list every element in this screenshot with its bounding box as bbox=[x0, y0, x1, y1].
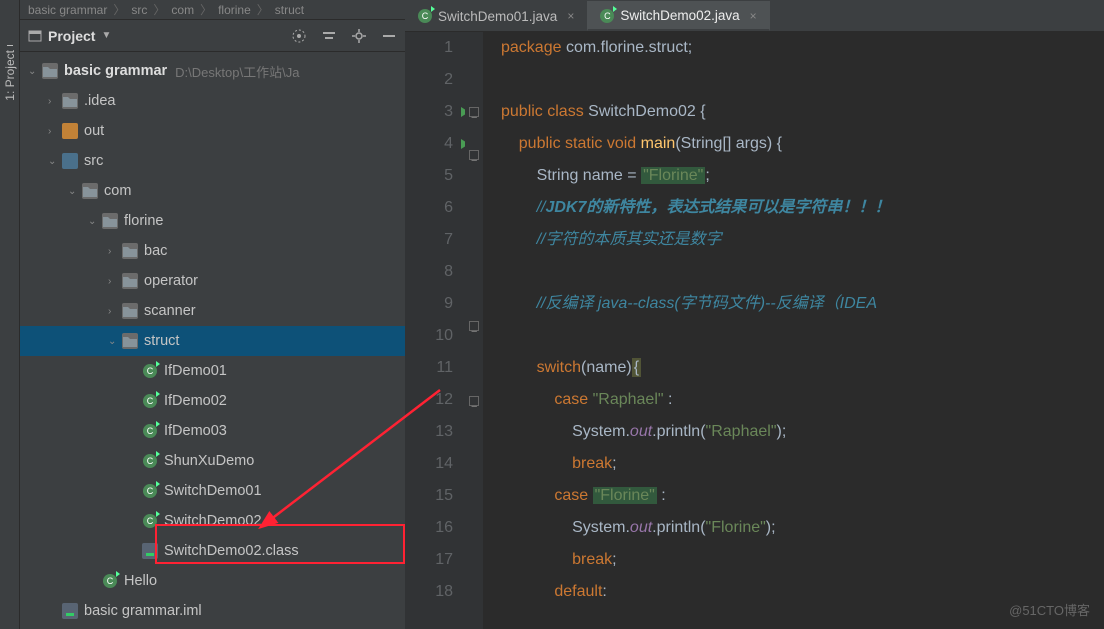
folder-icon bbox=[102, 213, 118, 229]
project-sidebar: basic grammar〉src〉com〉florine〉struct Pro… bbox=[20, 0, 405, 629]
tree-item-ifdemo03[interactable]: IfDemo03 bbox=[20, 416, 405, 446]
tree-item-switchdemo01[interactable]: SwitchDemo01 bbox=[20, 476, 405, 506]
folder-icon bbox=[82, 183, 98, 199]
tree-item-hello[interactable]: Hello bbox=[20, 566, 405, 596]
tree-item-ifdemo01[interactable]: IfDemo01 bbox=[20, 356, 405, 386]
tree-item-bac[interactable]: ›bac bbox=[20, 236, 405, 266]
tree-item-switchdemo02[interactable]: SwitchDemo02 bbox=[20, 506, 405, 536]
breadcrumb: basic grammar〉src〉com〉florine〉struct bbox=[20, 0, 405, 20]
fold-icon[interactable] bbox=[469, 107, 479, 117]
tree-item--idea[interactable]: ›.idea bbox=[20, 86, 405, 116]
tree-item-operator[interactable]: ›operator bbox=[20, 266, 405, 296]
project-tree[interactable]: ⌄basic grammarD:\Desktop\工作站\Ja›.idea›ou… bbox=[20, 52, 405, 629]
class-icon bbox=[142, 453, 158, 469]
tree-item-out[interactable]: ›out bbox=[20, 116, 405, 146]
file-icon bbox=[62, 603, 78, 619]
project-icon bbox=[28, 29, 42, 43]
breadcrumb-item[interactable]: basic grammar bbox=[28, 3, 107, 17]
breadcrumb-item[interactable]: florine bbox=[218, 3, 251, 17]
folder-icon bbox=[42, 63, 58, 79]
tree-item-shunxudemo[interactable]: ShunXuDemo bbox=[20, 446, 405, 476]
tree-item-src[interactable]: ⌄src bbox=[20, 146, 405, 176]
watermark: @51CTO博客 bbox=[1009, 600, 1090, 619]
code-editor[interactable]: 123456789101112131415161718 package com.… bbox=[405, 32, 1104, 629]
folder-icon bbox=[122, 303, 138, 319]
line-gutter: 123456789101112131415161718 bbox=[405, 32, 465, 629]
file-icon bbox=[142, 543, 158, 559]
side-tool-strip[interactable]: 1: Project bbox=[0, 0, 20, 629]
gear-icon[interactable] bbox=[351, 28, 367, 44]
side-underline-icon bbox=[7, 40, 13, 46]
class-icon bbox=[142, 363, 158, 379]
fold-icon[interactable] bbox=[469, 321, 479, 331]
class-icon bbox=[142, 423, 158, 439]
editor-area: CSwitchDemo01.java×CSwitchDemo02.java× 1… bbox=[405, 0, 1104, 629]
target-icon[interactable] bbox=[291, 28, 307, 44]
tree-item-com[interactable]: ⌄com bbox=[20, 176, 405, 206]
fold-icon[interactable] bbox=[469, 396, 479, 406]
breadcrumb-item[interactable]: struct bbox=[275, 3, 304, 17]
close-icon[interactable]: × bbox=[750, 9, 757, 23]
editor-tabs: CSwitchDemo01.java×CSwitchDemo02.java× bbox=[405, 0, 1104, 32]
folder-icon bbox=[122, 333, 138, 349]
tab-switchdemo01-java[interactable]: CSwitchDemo01.java× bbox=[405, 1, 587, 31]
folder-icon bbox=[62, 93, 78, 109]
folder-out-icon bbox=[62, 123, 78, 139]
folder-icon bbox=[122, 243, 138, 259]
tree-item-struct[interactable]: ⌄struct bbox=[20, 326, 405, 356]
minimize-icon[interactable] bbox=[381, 28, 397, 44]
tab-switchdemo02-java[interactable]: CSwitchDemo02.java× bbox=[587, 1, 769, 31]
project-title: Project bbox=[48, 28, 95, 44]
tree-item-basic-grammar[interactable]: ⌄basic grammarD:\Desktop\工作站\Ja bbox=[20, 56, 405, 86]
folder-icon bbox=[122, 273, 138, 289]
class-icon bbox=[142, 393, 158, 409]
project-tool-label[interactable]: Project ▼ bbox=[28, 28, 111, 44]
tree-item-scanner[interactable]: ›scanner bbox=[20, 296, 405, 326]
class-icon bbox=[102, 573, 118, 589]
folder-src-icon bbox=[62, 153, 78, 169]
dropdown-arrow-icon: ▼ bbox=[101, 30, 111, 41]
tree-item-ifdemo02[interactable]: IfDemo02 bbox=[20, 386, 405, 416]
close-icon[interactable]: × bbox=[567, 9, 574, 23]
project-toolbar: Project ▼ bbox=[20, 20, 405, 52]
fold-column[interactable] bbox=[465, 32, 483, 629]
java-class-icon: C bbox=[418, 9, 432, 23]
tree-item-basic-grammar-iml[interactable]: basic grammar.iml bbox=[20, 596, 405, 626]
code-content[interactable]: package com.florine.struct;public class … bbox=[483, 32, 1104, 629]
breadcrumb-item[interactable]: src bbox=[131, 3, 147, 17]
side-tab-project[interactable]: 1: Project bbox=[3, 50, 17, 101]
tree-item-florine[interactable]: ⌄florine bbox=[20, 206, 405, 236]
tree-item-switchdemo02-class[interactable]: SwitchDemo02.class bbox=[20, 536, 405, 566]
class-icon bbox=[142, 513, 158, 529]
fold-icon[interactable] bbox=[469, 150, 479, 160]
collapse-icon[interactable] bbox=[321, 28, 337, 44]
class-icon bbox=[142, 483, 158, 499]
breadcrumb-item[interactable]: com bbox=[171, 3, 194, 17]
java-class-icon: C bbox=[600, 9, 614, 23]
